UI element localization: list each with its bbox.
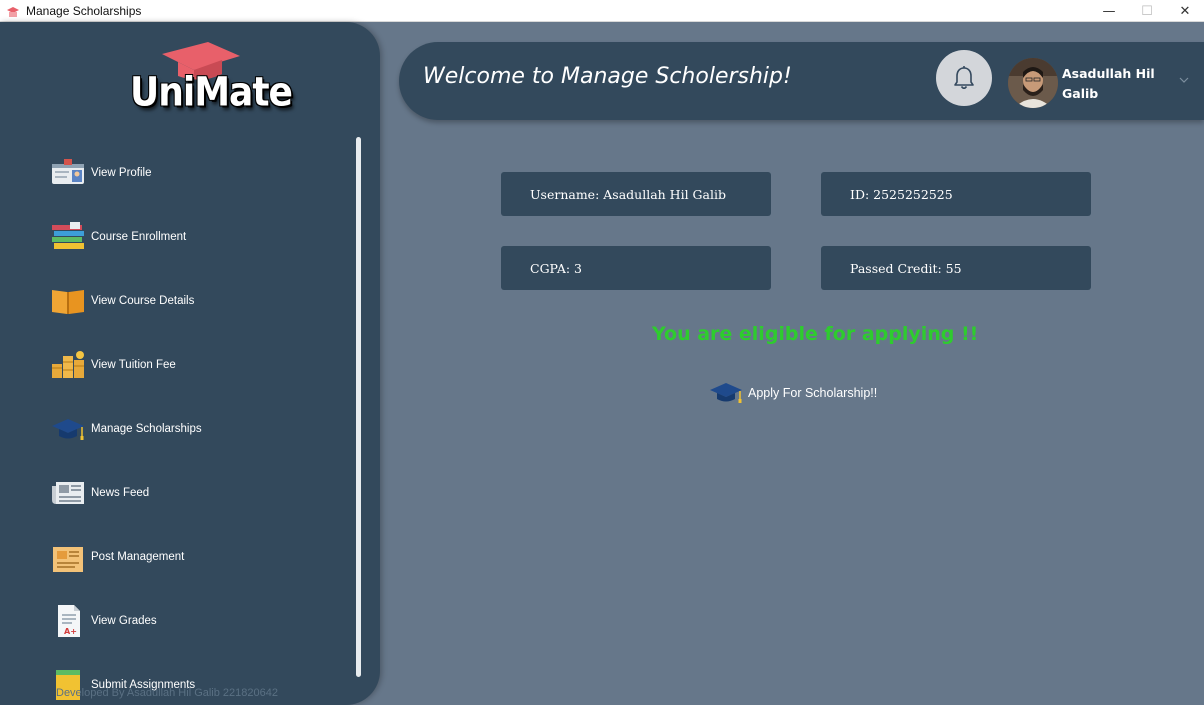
sidebar-item-manage-scholarships[interactable]: Manage Scholarships bbox=[50, 409, 340, 449]
logo-text: UniMate bbox=[130, 69, 293, 116]
newspaper-icon bbox=[50, 475, 86, 511]
maximize-button[interactable]: ☐ bbox=[1128, 0, 1166, 22]
post-icon bbox=[50, 539, 86, 575]
username-field: Username: Asadullah Hil Galib bbox=[501, 172, 771, 216]
app-icon bbox=[7, 6, 19, 17]
apply-button-label: Apply For Scholarship!! bbox=[748, 386, 878, 400]
svg-text:A+: A+ bbox=[64, 627, 77, 636]
graduation-cap-icon bbox=[50, 411, 86, 447]
sidebar-item-post-management[interactable]: Post Management bbox=[50, 537, 340, 577]
coins-icon bbox=[50, 347, 86, 383]
sidebar-item-label: News Feed bbox=[91, 487, 150, 499]
close-button[interactable]: ✕ bbox=[1166, 0, 1204, 22]
eligibility-message: You are eligible for applying !! bbox=[652, 323, 979, 345]
developer-credit: Developed By Asadullah Hil Galib 2218206… bbox=[56, 687, 278, 699]
sidebar-item-label: Post Management bbox=[91, 551, 185, 563]
sidebar-item-label: View Profile bbox=[91, 167, 152, 179]
sidebar-item-submit-assignments[interactable]: Submit Assignments bbox=[50, 665, 340, 705]
graduation-cap-icon bbox=[710, 383, 742, 403]
sidebar: UniMate View Profile Course Enrollment V… bbox=[0, 22, 380, 705]
header-bar: Welcome to Manage Scholership! Asadullah… bbox=[399, 42, 1204, 120]
sidebar-item-news-feed[interactable]: News Feed bbox=[50, 473, 340, 513]
bell-icon bbox=[954, 66, 974, 90]
grade-sheet-icon: A+ bbox=[50, 603, 86, 639]
sidebar-scroll-thumb[interactable] bbox=[356, 137, 361, 677]
sidebar-item-view-course-details[interactable]: View Course Details bbox=[50, 281, 340, 321]
sidebar-item-view-profile[interactable]: View Profile bbox=[50, 153, 340, 193]
sidebar-item-view-tuition-fee[interactable]: View Tuition Fee bbox=[50, 345, 340, 385]
sidebar-item-label: View Course Details bbox=[91, 295, 195, 307]
passed-credit-field: Passed Credit: 55 bbox=[821, 246, 1091, 290]
sidebar-item-label: View Grades bbox=[91, 615, 157, 627]
id-card-icon bbox=[50, 155, 86, 191]
open-book-icon bbox=[50, 283, 86, 319]
sidebar-item-label: View Tuition Fee bbox=[91, 359, 176, 371]
apply-scholarship-button[interactable]: Apply For Scholarship!! bbox=[708, 380, 877, 406]
avatar[interactable] bbox=[1008, 58, 1058, 108]
cgpa-field: CGPA: 3 bbox=[501, 246, 771, 290]
student-id-field: ID: 2525252525 bbox=[821, 172, 1091, 216]
title-bar: Manage Scholarships — ☐ ✕ bbox=[0, 0, 1204, 22]
unimate-logo: UniMate bbox=[130, 42, 293, 122]
sidebar-item-label: Course Enrollment bbox=[91, 231, 187, 243]
books-icon bbox=[50, 219, 86, 255]
minimize-button[interactable]: — bbox=[1090, 0, 1128, 22]
user-name: Asadullah Hil Galib bbox=[1062, 66, 1155, 101]
page-title: Welcome to Manage Scholership! bbox=[423, 64, 792, 89]
window-title: Manage Scholarships bbox=[26, 3, 142, 18]
sidebar-item-label: Manage Scholarships bbox=[91, 423, 202, 435]
notification-button[interactable] bbox=[936, 50, 992, 106]
chevron-down-icon[interactable] bbox=[1179, 76, 1189, 84]
sidebar-item-view-grades[interactable]: A+ View Grades bbox=[50, 601, 340, 641]
sidebar-item-course-enrollment[interactable]: Course Enrollment bbox=[50, 217, 340, 257]
